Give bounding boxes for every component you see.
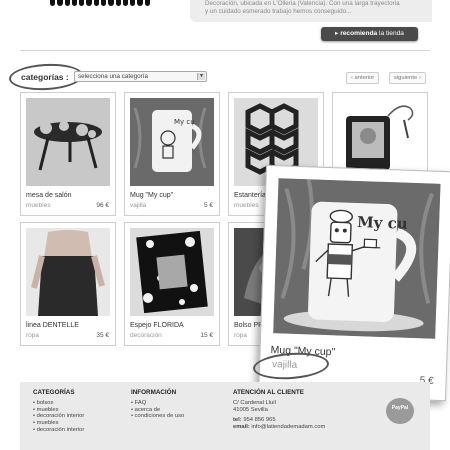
categories-label: categorías : — [21, 72, 69, 82]
product-card[interactable]: My cu Mug "My cup" vajilla 5 € — [124, 92, 220, 216]
recommend-label-bold: recomienda — [340, 30, 378, 37]
svg-text:My cu: My cu — [357, 213, 408, 233]
product-image[interactable]: My cu — [130, 98, 214, 186]
product-category[interactable]: vajilla — [130, 202, 146, 209]
footer-contact: ATENCIÓN AL CLIENTE C/ Cardenal Lluil 41… — [233, 389, 325, 431]
product-card[interactable]: mesa de salón muebles 96 € — [20, 92, 116, 216]
product-name[interactable]: Espejo FLORIDA — [130, 322, 184, 329]
footer-link[interactable]: • FAQ — [131, 400, 184, 407]
footer-address: 41005 Sevilla — [233, 406, 268, 413]
product-image[interactable] — [26, 228, 110, 316]
shop-description-line1: Decoración, ubicada en L'Olleria (Valenc… — [205, 0, 400, 7]
product-card[interactable]: Espejo FLORIDA decoración 15 € — [124, 222, 220, 346]
paypal-badge: PayPal — [386, 398, 414, 424]
footer-contact-title: ATENCIÓN AL CLIENTE — [233, 389, 304, 396]
svg-text:My cu: My cu — [174, 118, 195, 126]
footer-phone-number: 954 856 965 — [243, 417, 276, 424]
product-name[interactable]: linea DENTELLE — [26, 322, 79, 329]
site-logo[interactable] — [50, 0, 150, 6]
footer-email-address[interactable]: info@latiendademadam.com — [251, 424, 325, 430]
footer-phone: tel: 954 856 965 — [233, 417, 325, 424]
product-image[interactable] — [130, 228, 214, 316]
footer-link[interactable]: • condiciones de uso — [131, 413, 184, 420]
header-divider — [20, 50, 430, 51]
product-name[interactable]: Mug "My cup" — [130, 192, 173, 199]
footer-link[interactable]: • decoración interior — [33, 427, 84, 434]
footer-email-label: email: — [233, 424, 250, 431]
product-category[interactable]: muebles — [26, 202, 51, 209]
category-select-value: selecciona una categoría — [78, 73, 149, 80]
previous-page-button[interactable]: ‹ anterior — [346, 72, 380, 84]
footer-categories-title: CATEGORÍAS — [33, 389, 75, 396]
product-category[interactable]: muebles — [234, 202, 259, 209]
chevron-down-icon: ▼ — [197, 73, 205, 80]
product-price: 35 € — [96, 332, 109, 339]
product-price: 96 € — [96, 202, 109, 209]
footer-link[interactable]: • muebles — [33, 407, 84, 414]
footer-link[interactable]: • bolsos — [33, 400, 84, 407]
footer-email: email: info@latiendademadam.com — [233, 424, 325, 431]
footer-info: INFORMACIÓN • FAQ • acerca de • condicio… — [131, 389, 184, 420]
next-page-button[interactable]: siguiente › — [389, 72, 426, 84]
recommend-label: la tienda — [377, 30, 404, 37]
product-category[interactable]: ropa — [234, 332, 247, 339]
footer-categories: CATEGORÍAS • bolsos • muebles • decoraci… — [33, 389, 84, 434]
shop-description-line2: y un cuidado esmerado trabajo hemos cons… — [205, 8, 352, 15]
zoomed-product-image[interactable]: My cu — [273, 178, 441, 339]
recommend-shop-button[interactable]: ▸ recomienda la tienda — [321, 27, 418, 41]
category-select[interactable]: selecciona una categoría ▼ — [74, 71, 207, 82]
footer-link[interactable]: • decoración interior — [33, 413, 84, 420]
product-card[interactable]: linea DENTELLE ropa 35 € — [20, 222, 116, 346]
product-price: 5 € — [203, 202, 213, 209]
product-category[interactable]: ropa — [26, 332, 39, 339]
product-name[interactable]: mesa de salón — [26, 192, 72, 199]
shop-description: Decoración, ubicada en L'Olleria (Valenc… — [205, 0, 427, 16]
footer-link[interactable]: • muebles — [33, 420, 84, 427]
product-category[interactable]: decoración — [130, 332, 162, 339]
footer-link[interactable]: • acerca de — [131, 407, 184, 414]
product-image[interactable] — [26, 98, 110, 186]
product-price: 15 € — [200, 332, 213, 339]
footer-info-title: INFORMACIÓN — [131, 389, 177, 396]
footer-address: C/ Cardenal Lluil — [233, 399, 276, 406]
footer-phone-label: tel: — [233, 417, 242, 424]
